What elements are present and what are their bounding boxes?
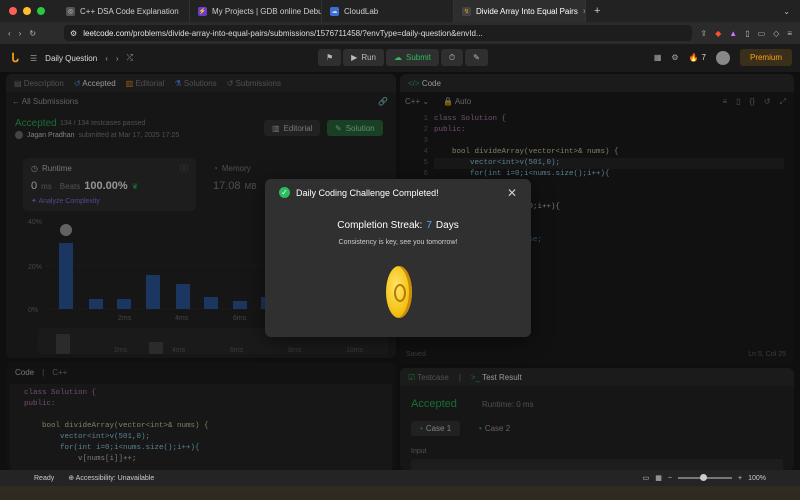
- run-label: Run: [361, 53, 377, 62]
- menu-icon[interactable]: ≡: [787, 29, 792, 38]
- notes-icon[interactable]: ✎: [465, 49, 488, 66]
- problem-list-icon[interactable]: ☰: [30, 54, 37, 63]
- zoom-window-button[interactable]: [37, 7, 45, 15]
- completion-streak: Completion Streak: 7 Days: [265, 220, 531, 231]
- wallet-icon[interactable]: ▭: [758, 29, 766, 38]
- modal-message: Consistency is key, see you tomorrow!: [338, 239, 458, 246]
- check-circle-icon: ✓: [279, 187, 290, 198]
- url-host: leetcode.com: [83, 28, 131, 38]
- sidebar-icon[interactable]: ▯: [745, 29, 749, 38]
- next-problem-icon[interactable]: ›: [116, 54, 119, 63]
- tab-cloudlab[interactable]: ☁ CloudLab: [322, 0, 454, 22]
- close-window-button[interactable]: [9, 7, 17, 15]
- streak-value: 7: [426, 220, 432, 231]
- tab-label: C++ DSA Code Explanation: [80, 6, 179, 16]
- submit-label: Submit: [406, 53, 431, 62]
- tab-gdb[interactable]: ⚡ My Projects | GDB online Debugg: [190, 0, 322, 22]
- daily-question-link[interactable]: Daily Question: [45, 54, 97, 63]
- reload-icon[interactable]: ↻: [29, 29, 36, 38]
- streak-unit: Days: [435, 220, 459, 231]
- leetcode-icon: ↯: [462, 6, 471, 16]
- chevron-down-icon[interactable]: ⌄: [783, 7, 790, 16]
- minimize-window-button[interactable]: [23, 7, 31, 15]
- leetcode-nav: ᒐ ☰ Daily Question ‹ › ⤮ ⚑ ▶ Run ☁ Submit …: [0, 44, 800, 72]
- close-icon[interactable]: ✕: [507, 186, 517, 200]
- window-controls: [0, 7, 58, 15]
- run-toolbar: ⚑ ▶ Run ☁ Submit ⏱ ✎: [318, 49, 488, 66]
- submit-button[interactable]: ☁ Submit: [386, 49, 439, 66]
- share-icon[interactable]: ⇪: [700, 29, 707, 38]
- gdb-icon: ⚡: [198, 6, 207, 16]
- layout-icon[interactable]: ▦: [655, 474, 662, 482]
- zoom-slider-thumb[interactable]: [700, 474, 707, 481]
- debug-button[interactable]: ⚑: [318, 49, 342, 66]
- tab-cpp-dsa[interactable]: ◎ C++ DSA Code Explanation: [58, 0, 190, 22]
- leetcode-logo[interactable]: ᒐ: [8, 51, 22, 65]
- address-bar[interactable]: ⚙ leetcode.com/problems/divide-array-int…: [64, 25, 693, 41]
- timer-icon[interactable]: ⏱: [440, 49, 464, 66]
- accessibility-label: Accessibility: Unavailable: [75, 475, 155, 482]
- zoom-slider[interactable]: [678, 474, 732, 481]
- layout-icon[interactable]: ▦: [654, 53, 662, 62]
- daily-challenge-modal: ✓ Daily Coding Challenge Completed! ✕ Co…: [265, 179, 531, 337]
- shuffle-icon[interactable]: ⤮: [127, 53, 133, 63]
- nav-right: ▦ ⚙ 🔥 7 Premium: [654, 49, 792, 66]
- prev-problem-icon[interactable]: ‹: [105, 54, 108, 63]
- accessibility-status: ⊕ Accessibility: Unavailable: [68, 474, 154, 482]
- tab-label: Divide Array Into Equal Pairs: [476, 6, 578, 16]
- browser-window: ◎ C++ DSA Code Explanation ⚡ My Projects…: [0, 0, 800, 470]
- zoom-in-icon[interactable]: +: [738, 475, 742, 482]
- play-icon: ▶: [351, 53, 358, 62]
- run-button[interactable]: ▶ Run: [343, 49, 385, 66]
- new-tab-icon[interactable]: +: [586, 5, 600, 17]
- cloud-icon: ☁: [330, 6, 339, 16]
- zoom-out-icon[interactable]: −: [668, 475, 672, 482]
- url-path: /problems/divide-array-into-equal-pairs/…: [130, 28, 483, 38]
- status-bar: Ready ⊕ Accessibility: Unavailable ▭ ▦ −…: [0, 470, 800, 486]
- tab-label: CloudLab: [344, 6, 379, 16]
- tab-label: My Projects | GDB online Debugg: [212, 6, 322, 16]
- zoom-level: 100%: [748, 474, 766, 482]
- brave-shield-icon[interactable]: ◆: [715, 29, 721, 38]
- ready-status: Ready: [34, 474, 55, 482]
- chat-icon: ◎: [66, 6, 75, 16]
- streak-counter[interactable]: 🔥 7: [689, 53, 706, 62]
- tab-strip: ◎ C++ DSA Code Explanation ⚡ My Projects…: [0, 0, 800, 22]
- modal-title: Daily Coding Challenge Completed!: [296, 188, 439, 198]
- streak-label: Completion Streak:: [337, 220, 423, 231]
- rewards-icon[interactable]: ▲: [729, 29, 737, 38]
- zoom-control: ▭ ▦ − + 100%: [643, 474, 766, 482]
- avatar[interactable]: [715, 50, 730, 65]
- back-icon[interactable]: ‹: [8, 29, 11, 38]
- tab-divide-array[interactable]: ↯ Divide Array Into Equal Pairs ×: [454, 0, 586, 22]
- premium-button[interactable]: Premium: [739, 49, 792, 66]
- toolbar: ‹ › ↻ ⚙ leetcode.com/problems/divide-arr…: [0, 22, 800, 44]
- gold-coin-icon: [386, 266, 412, 318]
- site-settings-icon[interactable]: ⚙: [70, 29, 77, 38]
- streak-count: 7: [701, 53, 706, 62]
- accessibility-icon: ⊕: [68, 475, 75, 482]
- forward-icon[interactable]: ›: [19, 29, 22, 38]
- view-icon[interactable]: ▭: [643, 474, 650, 482]
- cloud-upload-icon: ☁: [394, 53, 403, 62]
- vpn-icon[interactable]: ◇: [773, 29, 779, 38]
- settings-icon[interactable]: ⚙: [671, 53, 678, 62]
